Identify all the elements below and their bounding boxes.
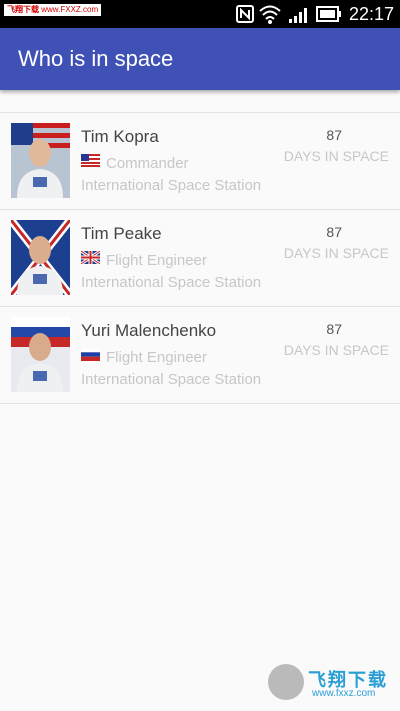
astronaut-name: Tim Peake (81, 224, 162, 243)
astronaut-station: International Space Station (81, 371, 262, 388)
watermark-url-text: www.fxxz.com (312, 688, 376, 699)
astronaut-row[interactable]: Tim Kopra Commander International Space … (0, 112, 400, 210)
astronaut-row[interactable]: Tim Peake Flight Engineer International … (0, 210, 400, 307)
russia-flag-icon (81, 348, 100, 361)
astronaut-role: Flight Engineer (106, 349, 207, 366)
astronaut-name: Yuri Malenchenko (81, 321, 217, 340)
usa-flag-icon (81, 154, 100, 167)
astronaut-name: Tim Kopra (81, 127, 159, 146)
astronaut-role: Commander (106, 155, 189, 172)
astronaut-photo (11, 220, 70, 295)
watermark-cn-text: 飞翔下载 (7, 5, 39, 14)
app-bar: Who is in space (0, 28, 400, 90)
days-in-space-label: DAYS IN SPACE (283, 148, 389, 164)
wifi-icon (259, 5, 281, 24)
watermark-url-text: www.FXXZ.com (41, 5, 99, 14)
astronaut-station: International Space Station (81, 274, 262, 291)
source-watermark-badge: 飞翔下载 www.FXXZ.com (4, 4, 102, 16)
watermark-logo-icon (268, 664, 304, 700)
astronaut-photo (11, 317, 70, 392)
astronaut-role: Flight Engineer (106, 252, 207, 269)
days-count: 87 (326, 321, 342, 337)
app-title: Who is in space (18, 46, 174, 71)
battery-icon (316, 6, 341, 22)
days-in-space-label: DAYS IN SPACE (283, 245, 389, 261)
uk-flag-icon (81, 251, 100, 264)
days-count: 87 (326, 224, 342, 240)
status-bar: 飞翔下载 www.FXXZ.com 22:17 (0, 0, 400, 28)
site-watermark: 飞翔下载 www.fxxz.com (268, 664, 394, 704)
days-count: 87 (326, 127, 342, 143)
astronaut-photo (11, 123, 70, 198)
signal-icon (289, 8, 307, 23)
astronaut-list: Tim Kopra Commander International Space … (0, 112, 400, 404)
days-in-space-label: DAYS IN SPACE (283, 342, 389, 358)
clock: 22:17 (348, 4, 394, 24)
astronaut-station: International Space Station (81, 177, 262, 194)
astronaut-row[interactable]: Yuri Malenchenko Flight Engineer Interna… (0, 307, 400, 404)
nfc-icon (236, 5, 254, 23)
